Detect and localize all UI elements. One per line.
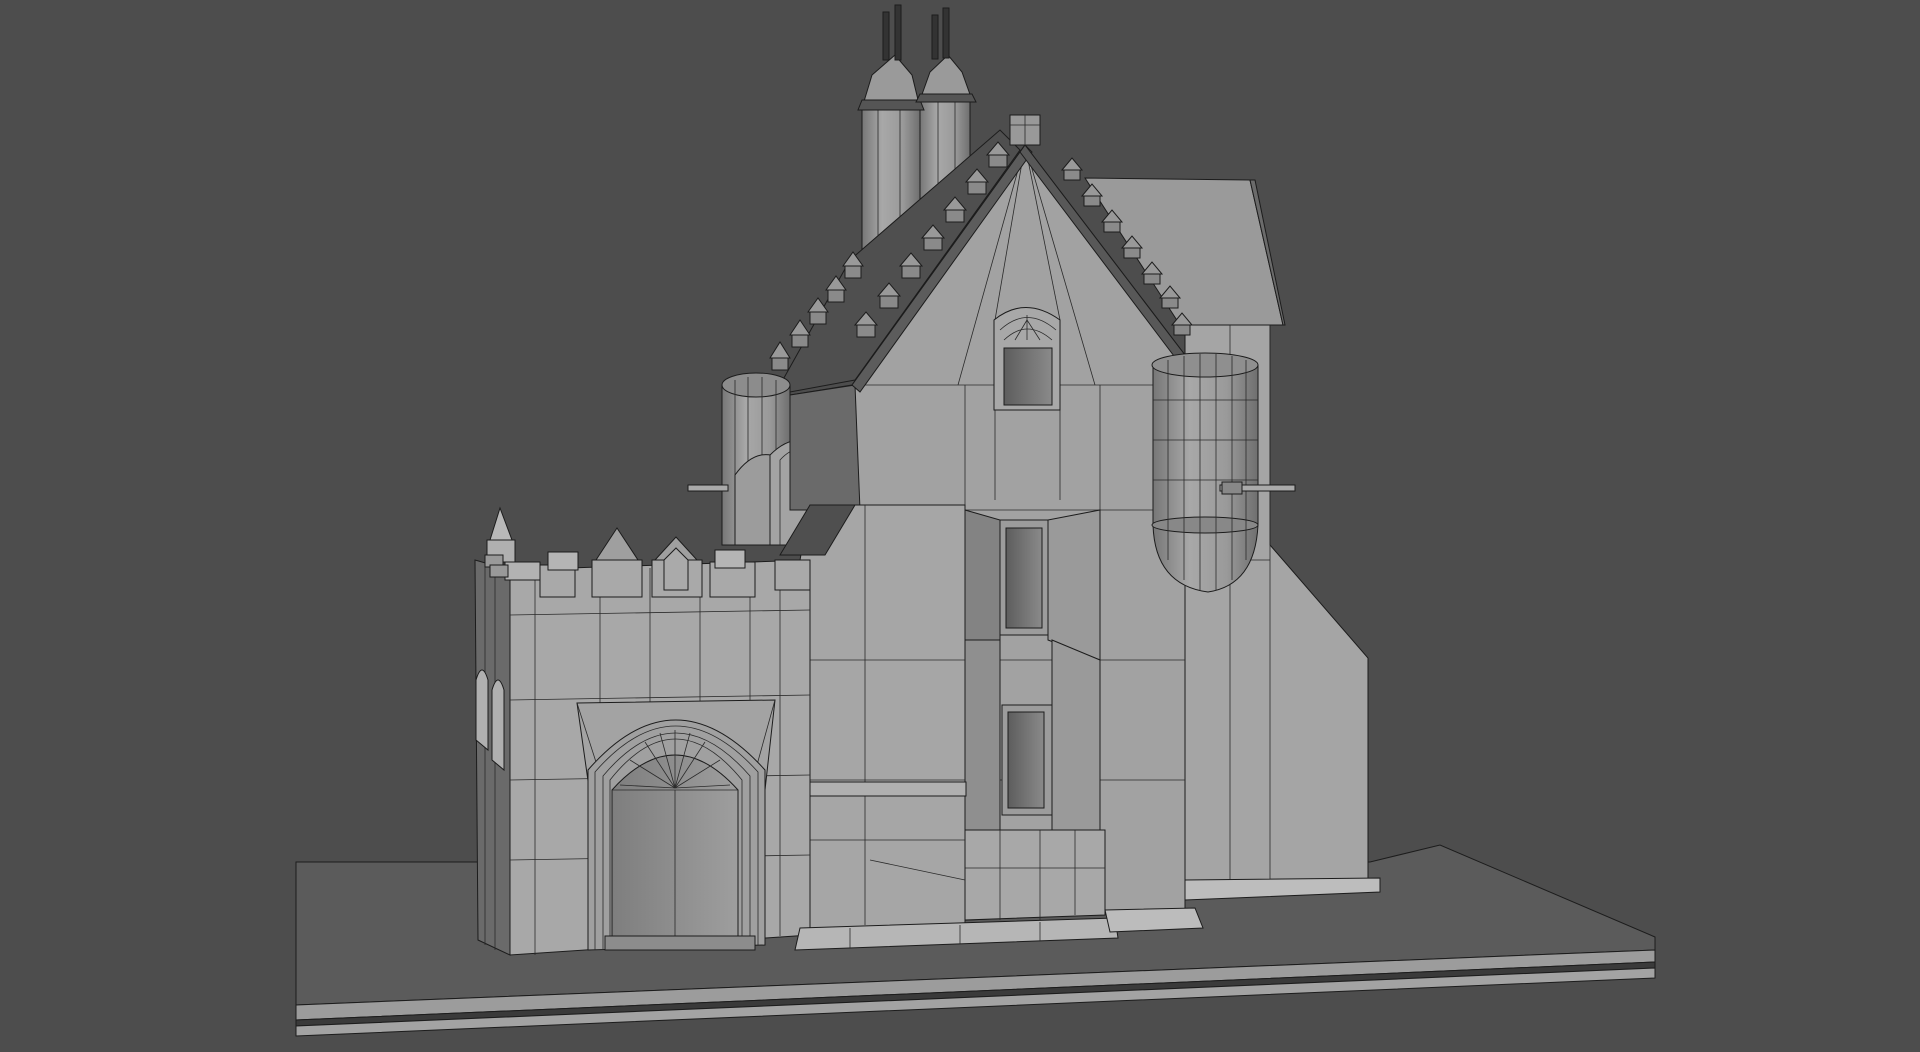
- arched-doorway: [576, 699, 776, 951]
- 3d-viewport[interactable]: [0, 0, 1920, 1052]
- gable-arched-window: [993, 307, 1061, 411]
- central-window-upper: [999, 519, 1049, 636]
- scene-render: [295, 4, 1656, 1037]
- left-wing: [474, 506, 811, 956]
- central-window-lower: [1001, 704, 1053, 816]
